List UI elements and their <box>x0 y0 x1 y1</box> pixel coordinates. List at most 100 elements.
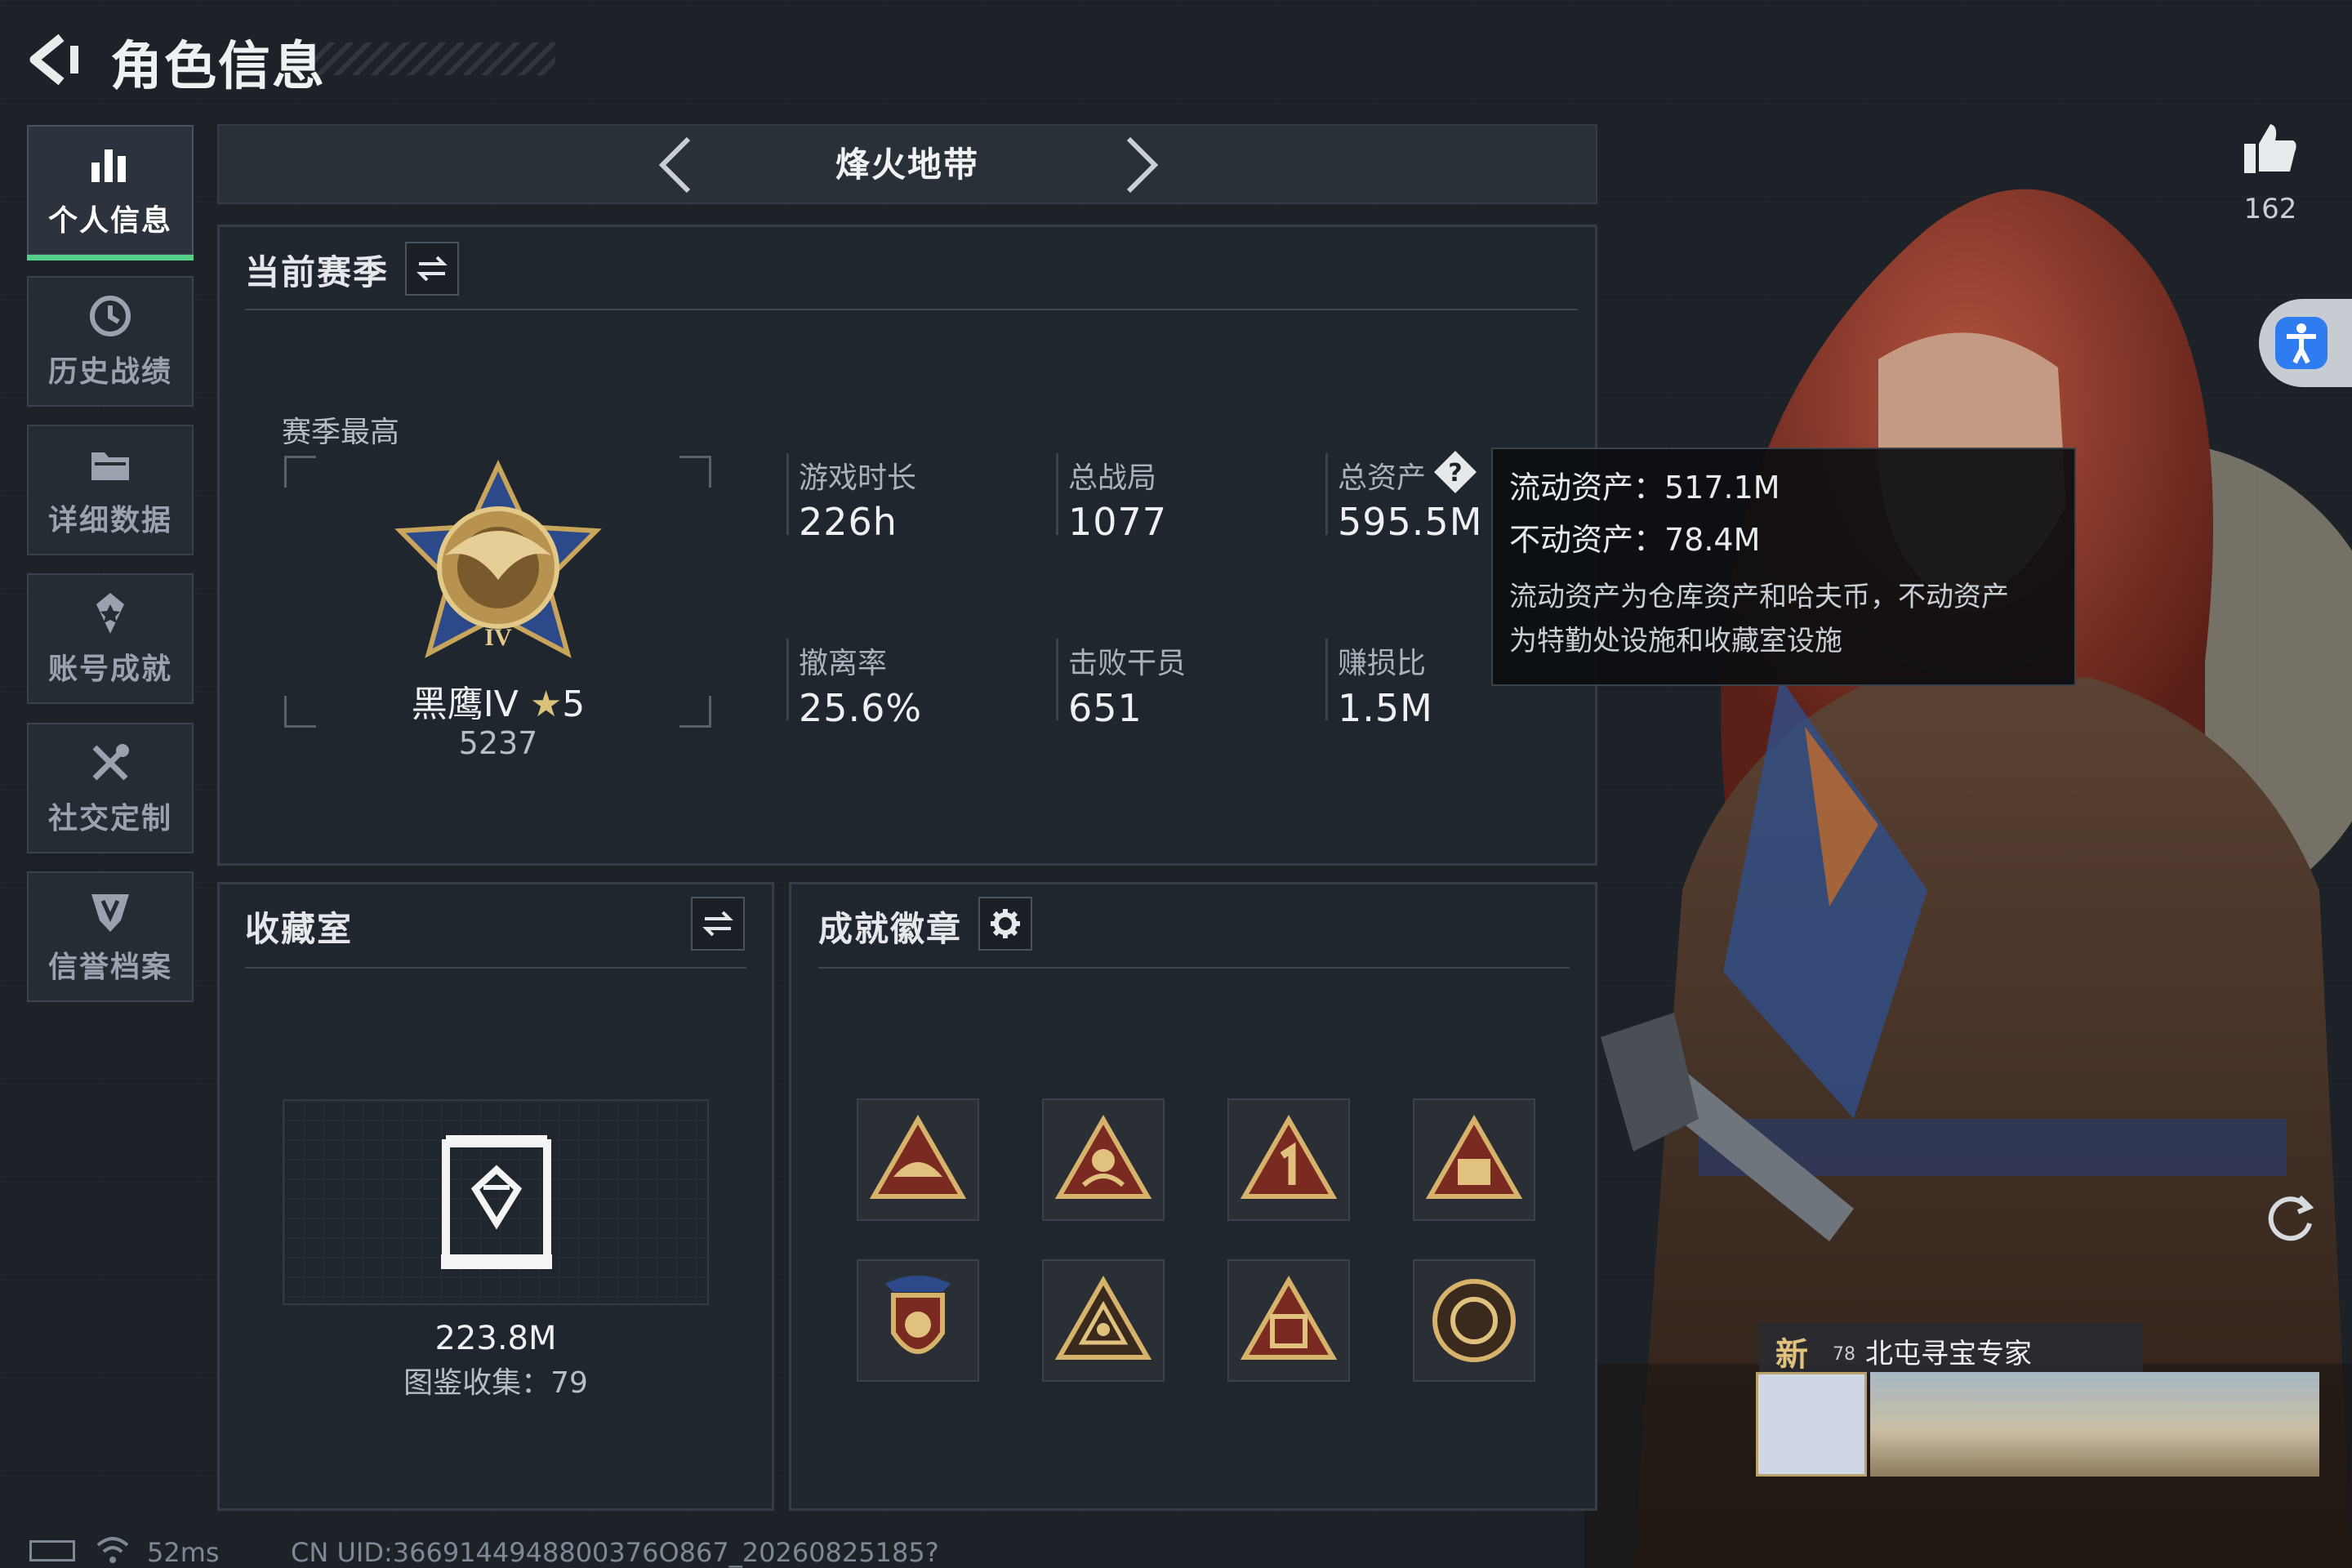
sidebar-item-label: 信誉档案 <box>47 951 172 984</box>
page-title: 角色信息 <box>110 37 326 97</box>
rank-stars: 5 <box>562 684 586 725</box>
triangle-eye-badge-icon <box>1054 1276 1152 1360</box>
sidebar-item-detailed-data[interactable]: 详细数据 <box>27 425 194 555</box>
badge-slot[interactable] <box>857 1098 979 1221</box>
nameplate-title: 北屯寻宝专家 <box>1865 1338 2032 1370</box>
badge-slot[interactable] <box>1042 1098 1165 1221</box>
star-icon: ★ <box>529 684 563 725</box>
history-clock-icon <box>90 296 131 336</box>
stat-value-total-matches: 1077 <box>1068 500 1168 544</box>
stat-divider <box>1056 639 1058 720</box>
sidebar-item-label: 个人信息 <box>47 204 172 238</box>
rank-eagle-emblem-icon: IV <box>394 459 602 658</box>
svg-text:?: ? <box>1448 459 1462 488</box>
stat-value-profit-ratio: 1.5M <box>1338 686 1433 730</box>
rank-score: 5237 <box>458 725 538 761</box>
avatar[interactable] <box>1756 1372 1867 1477</box>
sidebar-item-label: 社交定制 <box>47 802 172 835</box>
stat-divider <box>1056 453 1058 535</box>
season-swap-button[interactable] <box>405 242 459 296</box>
nameplate-tag: 新 <box>1775 1336 1808 1374</box>
rank-line: 黑鹰IV ★5 <box>278 675 719 727</box>
armor-56-badge-icon <box>1425 1115 1523 1199</box>
swap-icon <box>416 256 448 282</box>
hat-badge-icon <box>869 1115 967 1199</box>
achievements-settings-button[interactable] <box>978 897 1032 951</box>
stat-label-profit-ratio: 赚损比 <box>1338 647 1427 680</box>
tools-icon <box>92 744 129 781</box>
season-title: 当前赛季 <box>245 252 390 292</box>
stat-divider <box>786 453 789 535</box>
stat-value-playtime: 226h <box>799 500 898 544</box>
swap-icon <box>702 911 733 937</box>
stat-divider <box>1325 453 1328 535</box>
coin-badge-icon <box>1432 1279 1516 1362</box>
badge-slot[interactable] <box>1227 1259 1350 1382</box>
profile-card-background <box>1870 1372 2319 1477</box>
wifi-icon <box>96 1537 129 1563</box>
title-decoration <box>310 42 555 75</box>
collection-swap-button[interactable] <box>691 897 745 951</box>
shield-v-icon <box>91 894 129 932</box>
sidebar-item-label: 详细数据 <box>47 504 172 537</box>
rotate-refresh-icon[interactable] <box>2262 1187 2319 1245</box>
sidebar-item-achievements[interactable]: 账号成就 <box>27 573 194 704</box>
badge-slot[interactable] <box>857 1259 979 1382</box>
sidebar-item-label: 账号成就 <box>47 653 172 686</box>
mode-title: 烽火地带 <box>835 145 979 185</box>
sidebar-item-social-custom[interactable]: 社交定制 <box>27 723 194 853</box>
stat-value-total-assets: 595.5M <box>1338 500 1483 544</box>
next-mode-chevron-icon[interactable] <box>1111 132 1168 198</box>
nameplate-level: 78 <box>1833 1344 1855 1365</box>
diver-badge-icon <box>1054 1115 1152 1199</box>
number-one-badge-icon <box>1240 1115 1338 1199</box>
stat-divider <box>786 639 789 720</box>
tooltip-fixed-assets: 不动资产：78.4M <box>1509 522 1761 558</box>
achievements-title: 成就徽章 <box>818 909 963 949</box>
collection-divider <box>245 967 746 969</box>
medal-stars-badge-icon <box>885 1276 951 1354</box>
stat-value-extraction-rate: 25.6% <box>799 686 923 730</box>
ping-text: 52ms <box>147 1537 220 1568</box>
stat-label-total-assets: 总资产 <box>1338 461 1427 495</box>
tooltip-description-line1: 流动资产为仓库资产和哈夫币，不动资产 <box>1509 581 2009 613</box>
frame-corner <box>284 456 316 488</box>
bar-chart-icon <box>91 149 126 182</box>
display-case-icon <box>441 1135 552 1269</box>
badge-slot[interactable] <box>1413 1098 1535 1221</box>
help-question-icon[interactable]: ? <box>1431 448 1480 497</box>
tooltip-liquid-assets: 流动资产：517.1M <box>1509 470 1780 506</box>
badge-slot[interactable] <box>1042 1259 1165 1382</box>
sidebar-item-label: 历史战绩 <box>47 355 172 389</box>
assets-tooltip: 流动资产：517.1M 不动资产：78.4M 流动资产为仓库资产和哈夫币，不动资… <box>1491 448 2076 686</box>
achievements-divider <box>818 967 1570 969</box>
sidebar-item-credit-record[interactable]: 信誉档案 <box>27 871 194 1002</box>
folder-icon <box>91 452 129 480</box>
likes-count: 162 <box>2243 193 2297 225</box>
svg-text:IV: IV <box>484 624 512 651</box>
uid-text: CN UID:3669144948800376O867_20260825185? <box>291 1537 939 1568</box>
badge-slot[interactable] <box>1413 1259 1535 1382</box>
rank-name: 黑鹰IV <box>411 684 519 725</box>
achievement-star-icon <box>96 593 124 634</box>
gear-icon <box>991 909 1020 938</box>
accessibility-person-icon <box>2275 317 2328 369</box>
badge-slot[interactable] <box>1227 1098 1350 1221</box>
stat-label-extraction-rate: 撤离率 <box>799 647 888 680</box>
sidebar-item-personal-info[interactable]: 个人信息 <box>27 125 194 261</box>
accessibility-button[interactable] <box>2259 299 2352 387</box>
collection-title: 收藏室 <box>245 909 354 949</box>
stat-divider <box>1325 639 1328 720</box>
stat-label-total-matches: 总战局 <box>1068 461 1157 495</box>
sidebar-item-history[interactable]: 历史战绩 <box>27 276 194 407</box>
crate-badge-icon <box>1240 1276 1338 1360</box>
collection-catalog-count: 图鉴收集：79 <box>403 1366 588 1400</box>
stat-value-operators-defeated: 651 <box>1068 686 1143 730</box>
collection-value: 223.8M <box>434 1320 557 1357</box>
back-arrow-icon[interactable] <box>24 31 82 88</box>
season-divider <box>245 309 1578 310</box>
stat-label-playtime: 游戏时长 <box>799 461 917 495</box>
thumbs-up-icon[interactable] <box>2241 119 2300 178</box>
tooltip-description-line2: 为特勤处设施和收藏室设施 <box>1509 625 1842 657</box>
frame-corner <box>679 456 711 488</box>
